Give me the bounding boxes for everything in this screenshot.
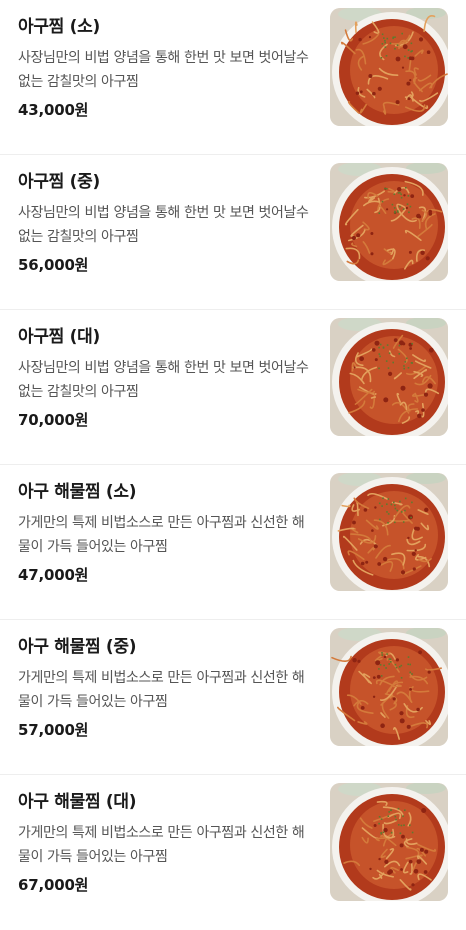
- menu-item-info: 아구찜 (중) 사장님만의 비법 양념을 통해 한번 맛 보면 벗어날수없는 감…: [18, 169, 314, 277]
- menu-item-description: 가게만의 특제 비법소스로 만든 아구찜과 신선한 해물이 가득 들어있는 아구…: [18, 825, 305, 865]
- menu-item-description: 가게만의 특제 비법소스로 만든 아구찜과 신선한 해물이 가득 들어있는 아구…: [18, 515, 305, 555]
- menu-item[interactable]: 아구 해물찜 (대) 가게만의 특제 비법소스로 만든 아구찜과 신선한 해물이…: [0, 775, 466, 930]
- menu-item[interactable]: 아구 해물찜 (중) 가게만의 특제 비법소스로 만든 아구찜과 신선한 해물이…: [0, 620, 466, 775]
- menu-item-name: 아구 해물찜 (소): [18, 482, 137, 502]
- menu-item-info: 아구찜 (대) 사장님만의 비법 양념을 통해 한번 맛 보면 벗어날수없는 감…: [18, 324, 314, 432]
- menu-item-price: 56,000원: [18, 256, 89, 274]
- menu-item-photo[interactable]: [330, 473, 448, 591]
- menu-item-description: 사장님만의 비법 양념을 통해 한번 맛 보면 벗어날수없는 감칠맛의 아구찜: [18, 360, 309, 400]
- menu-item[interactable]: 아구찜 (중) 사장님만의 비법 양념을 통해 한번 맛 보면 벗어날수없는 감…: [0, 155, 466, 310]
- menu-item-name: 아구 해물찜 (대): [18, 792, 137, 812]
- menu-item[interactable]: 아구 해물찜 (소) 가게만의 특제 비법소스로 만든 아구찜과 신선한 해물이…: [0, 465, 466, 620]
- menu-item-name: 아구찜 (대): [18, 327, 100, 347]
- menu-item-name: 아구찜 (소): [18, 17, 100, 37]
- menu-item-price: 47,000원: [18, 566, 89, 584]
- menu-item-price: 70,000원: [18, 411, 89, 429]
- menu-item-info: 아구 해물찜 (대) 가게만의 특제 비법소스로 만든 아구찜과 신선한 해물이…: [18, 789, 314, 897]
- menu-item-price: 67,000원: [18, 876, 89, 894]
- menu-item-info: 아구찜 (소) 사장님만의 비법 양념을 통해 한번 맛 보면 벗어날수없는 감…: [18, 14, 314, 122]
- menu-item-name: 아구찜 (중): [18, 172, 100, 192]
- menu-item-description: 가게만의 특제 비법소스로 만든 아구찜과 신선한 해물이 가득 들어있는 아구…: [18, 670, 305, 710]
- menu-item-photo[interactable]: [330, 8, 448, 126]
- menu-item[interactable]: 아구찜 (소) 사장님만의 비법 양념을 통해 한번 맛 보면 벗어날수없는 감…: [0, 0, 466, 155]
- menu-item-description: 사장님만의 비법 양념을 통해 한번 맛 보면 벗어날수없는 감칠맛의 아구찜: [18, 50, 309, 90]
- menu-item-price: 57,000원: [18, 721, 89, 739]
- menu-item-photo[interactable]: [330, 628, 448, 746]
- menu-item-photo[interactable]: [330, 783, 448, 901]
- menu-item-photo[interactable]: [330, 318, 448, 436]
- menu-list: 아구찜 (소) 사장님만의 비법 양념을 통해 한번 맛 보면 벗어날수없는 감…: [0, 0, 466, 930]
- menu-item-photo[interactable]: [330, 163, 448, 281]
- menu-item[interactable]: 아구찜 (대) 사장님만의 비법 양념을 통해 한번 맛 보면 벗어날수없는 감…: [0, 310, 466, 465]
- menu-item-info: 아구 해물찜 (중) 가게만의 특제 비법소스로 만든 아구찜과 신선한 해물이…: [18, 634, 314, 742]
- menu-item-name: 아구 해물찜 (중): [18, 637, 137, 657]
- menu-item-info: 아구 해물찜 (소) 가게만의 특제 비법소스로 만든 아구찜과 신선한 해물이…: [18, 479, 314, 587]
- menu-item-description: 사장님만의 비법 양념을 통해 한번 맛 보면 벗어날수없는 감칠맛의 아구찜: [18, 205, 309, 245]
- menu-item-price: 43,000원: [18, 101, 89, 119]
